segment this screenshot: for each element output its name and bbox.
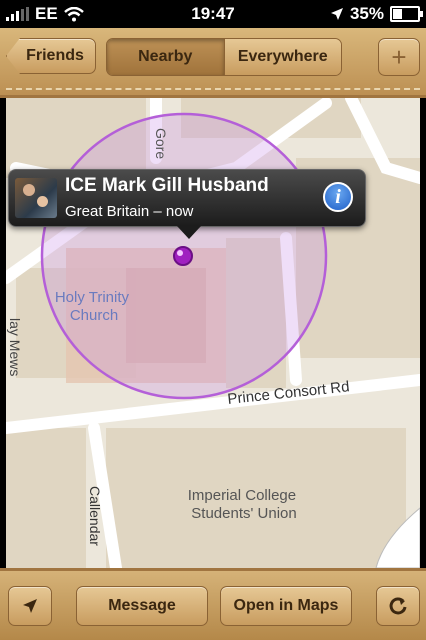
status-bar: EE 19:47 35% — [0, 0, 426, 28]
friend-callout[interactable]: ICE Mark Gill Husband Great Britain – no… — [8, 169, 366, 239]
friend-name: ICE Mark Gill Husband — [65, 175, 269, 196]
map-label-mews: lay Mews — [7, 318, 23, 376]
refresh-button[interactable] — [376, 586, 420, 626]
add-friend-button[interactable]: + — [378, 38, 420, 76]
segment-nearby[interactable]: Nearby — [107, 39, 225, 75]
friend-avatar — [15, 178, 57, 218]
map-label-callendar: Callendar — [87, 486, 103, 546]
location-services-icon — [330, 8, 343, 20]
refresh-icon — [389, 597, 407, 615]
location-arrow-icon — [23, 599, 37, 613]
map-label-church-line1: Holy Trinity — [55, 289, 130, 306]
map-label-church-line2: Church — [70, 307, 118, 324]
battery-icon — [390, 6, 423, 22]
map-label-college-line1: Imperial College — [188, 487, 296, 504]
friend-location-time: Great Britain – now — [65, 203, 194, 220]
battery-percent: 35% — [349, 4, 384, 23]
view-segmented-control: Nearby Everywhere — [106, 38, 342, 76]
friend-location-pin[interactable] — [173, 246, 193, 266]
stitching-divider — [6, 88, 420, 90]
map-label-college: Imperial College Students' Union — [188, 487, 301, 522]
friends-back-button[interactable]: Friends — [6, 38, 96, 74]
current-location-button[interactable] — [8, 586, 52, 626]
bottom-toolbar: Message Open in Maps — [0, 568, 426, 640]
open-in-maps-button[interactable]: Open in Maps — [220, 586, 352, 626]
top-toolbar: Friends Nearby Everywhere + — [0, 28, 426, 98]
map-label-college-line2: Students' Union — [191, 505, 296, 522]
segment-everywhere[interactable]: Everywhere — [224, 39, 341, 75]
info-icon[interactable]: i — [323, 182, 353, 212]
message-button[interactable]: Message — [76, 586, 208, 626]
map-label-gore: Gore — [153, 128, 169, 159]
